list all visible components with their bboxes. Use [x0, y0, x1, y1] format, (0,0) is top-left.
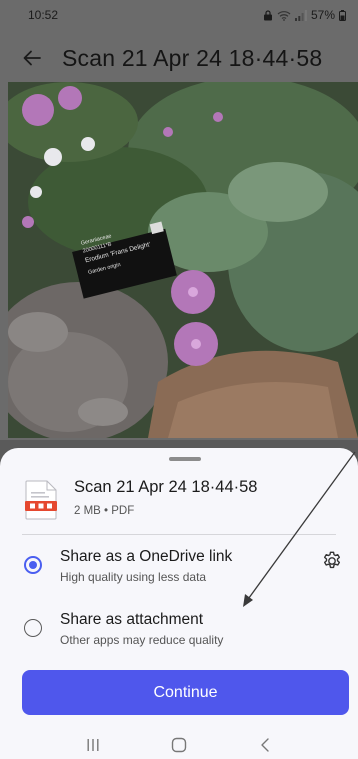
divider — [22, 534, 336, 535]
option-attachment[interactable]: Share as attachment Other apps may reduc… — [24, 611, 344, 647]
signal-icon — [294, 9, 307, 21]
battery-percent: 57% — [310, 8, 335, 22]
app-bar: Scan 21 Apr 24 18·44·58 — [0, 36, 358, 80]
pdf-file-icon — [25, 480, 57, 520]
status-bar: 10:52 57% — [0, 0, 358, 30]
chevron-left-icon[interactable] — [253, 733, 277, 757]
wifi-icon — [277, 10, 291, 21]
radio-onedrive-link[interactable] — [24, 556, 42, 574]
arrow-left-icon[interactable] — [20, 46, 44, 70]
gear-icon[interactable] — [321, 550, 343, 572]
share-bottom-sheet: Scan 21 Apr 24 18·44·58 2 MB • PDF Share… — [0, 448, 358, 759]
continue-button[interactable]: Continue — [22, 670, 349, 715]
option-subtitle: High quality using less data — [60, 570, 207, 584]
status-icons: 57% — [263, 8, 346, 22]
scanned-photo: Geraniaceae 20000111*B Erodium 'Frans De… — [8, 82, 358, 438]
sheet-drag-handle[interactable] — [169, 457, 201, 461]
file-info: Scan 21 Apr 24 18·44·58 2 MB • PDF — [24, 478, 257, 520]
system-nav-bar — [0, 731, 358, 759]
option-title: Share as attachment — [60, 611, 204, 628]
page-title: Scan 21 Apr 24 18·44·58 — [62, 44, 323, 71]
recent-apps-icon[interactable] — [81, 733, 105, 757]
status-time: 10:52 — [28, 8, 59, 22]
radio-attachment[interactable] — [24, 619, 42, 637]
dimmed-background: 10:52 57% Scan 21 Apr 24 18·44·58 Gerani… — [0, 0, 358, 440]
lock-icon — [263, 9, 272, 20]
option-onedrive-link[interactable]: Share as a OneDrive link High quality us… — [24, 548, 344, 584]
battery-icon — [339, 9, 346, 21]
option-subtitle: Other apps may reduce quality — [60, 633, 224, 647]
option-title: Share as a OneDrive link — [60, 548, 233, 565]
file-name: Scan 21 Apr 24 18·44·58 — [74, 478, 258, 496]
home-icon[interactable] — [167, 733, 191, 757]
file-meta: 2 MB • PDF — [74, 505, 135, 517]
